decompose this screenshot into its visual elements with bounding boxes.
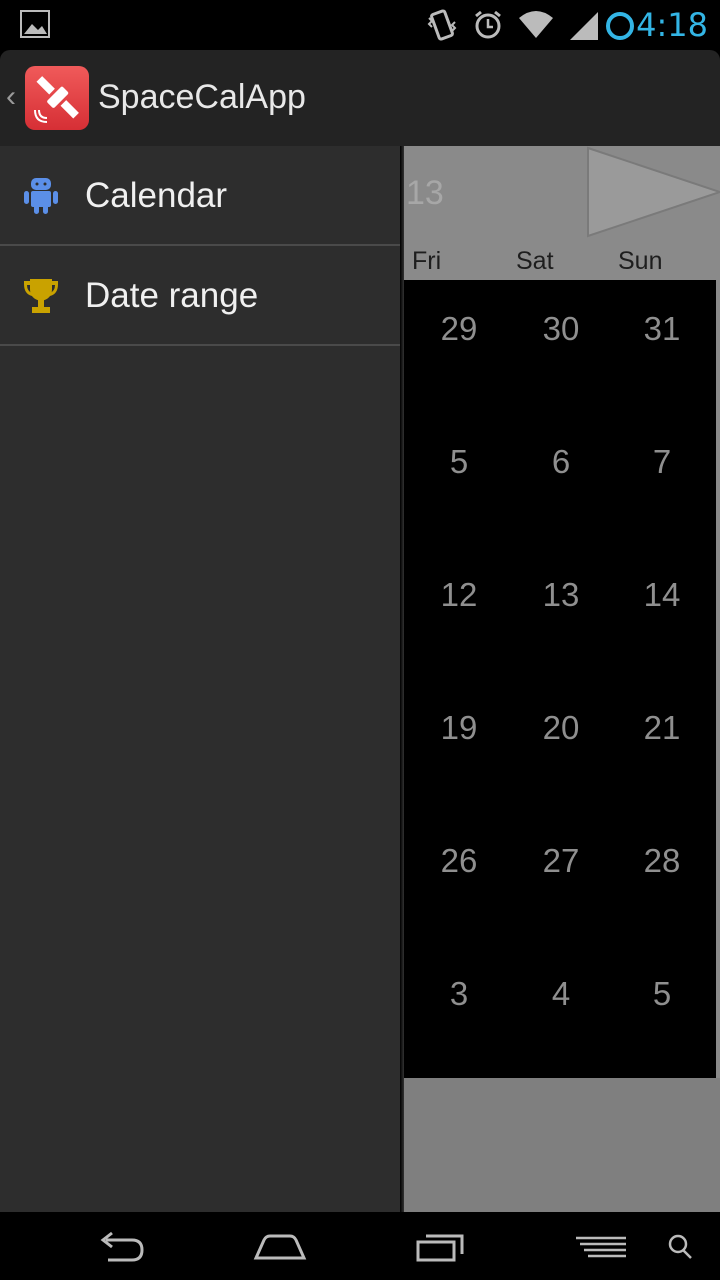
android-icon <box>24 178 58 214</box>
calendar-day[interactable]: 19 <box>409 709 509 747</box>
calendar-header: 13 <box>404 146 720 242</box>
drawer-item-calendar[interactable]: Calendar <box>0 146 400 246</box>
recents-icon[interactable] <box>414 1226 468 1266</box>
sync-icon <box>606 12 634 40</box>
trophy-icon <box>24 279 58 313</box>
weekday-label: Sat <box>516 247 554 275</box>
next-month-arrow-icon[interactable] <box>586 146 720 242</box>
back-icon[interactable] <box>94 1226 146 1266</box>
calendar-day[interactable]: 3 <box>409 975 509 1013</box>
navigation-bar <box>0 1212 720 1280</box>
weekday-label: Fri <box>412 247 442 275</box>
search-icon[interactable] <box>666 1226 694 1266</box>
menu-icon[interactable] <box>574 1226 628 1266</box>
gallery-icon <box>20 10 50 38</box>
calendar-day[interactable]: 27 <box>511 842 611 880</box>
calendar-day[interactable]: 14 <box>612 576 712 614</box>
calendar-day[interactable]: 21 <box>612 709 712 747</box>
calendar-day[interactable]: 12 <box>409 576 509 614</box>
action-bar: ‹ SpaceCalApp <box>0 50 720 146</box>
calendar-day[interactable]: 20 <box>511 709 611 747</box>
drawer-item-date-range[interactable]: Date range <box>0 246 400 346</box>
calendar-weekdays: Fri Sat Sun <box>404 242 720 280</box>
calendar-day[interactable]: 30 <box>511 310 611 348</box>
weekday-label: Sun <box>618 247 663 275</box>
calendar-header-title: 13 <box>406 174 444 212</box>
drawer-item-label: Calendar <box>85 176 228 215</box>
signal-icon <box>570 12 598 40</box>
alarm-icon <box>475 10 501 39</box>
wifi-icon <box>519 11 553 38</box>
drawer-up-caret-icon[interactable]: ‹ <box>6 80 16 114</box>
status-bar: 4:18 <box>0 0 720 50</box>
calendar-day[interactable]: 13 <box>511 576 611 614</box>
calendar-day[interactable]: 5 <box>612 975 712 1013</box>
calendar-day[interactable]: 26 <box>409 842 509 880</box>
calendar-grid: 29 30 31 5 6 7 12 13 14 19 20 21 26 27 2… <box>404 280 716 1078</box>
calendar-day[interactable]: 7 <box>612 443 712 481</box>
status-time: 4:18 <box>636 6 708 44</box>
calendar-day[interactable]: 6 <box>511 443 611 481</box>
drawer-item-label: Date range <box>85 276 259 315</box>
calendar-day[interactable]: 29 <box>409 310 509 348</box>
calendar-day[interactable]: 4 <box>511 975 611 1013</box>
calendar-footer <box>404 1078 720 1212</box>
calendar-day[interactable]: 31 <box>612 310 712 348</box>
navigation-drawer: Calendar Date range <box>0 146 400 1212</box>
home-icon[interactable] <box>252 1226 308 1266</box>
vibrate-icon <box>427 9 457 41</box>
app-title: SpaceCalApp <box>98 78 306 116</box>
satellite-icon[interactable] <box>25 66 89 130</box>
calendar-day[interactable]: 5 <box>409 443 509 481</box>
calendar-day[interactable]: 28 <box>612 842 712 880</box>
calendar-scrollbar[interactable] <box>716 280 720 1078</box>
